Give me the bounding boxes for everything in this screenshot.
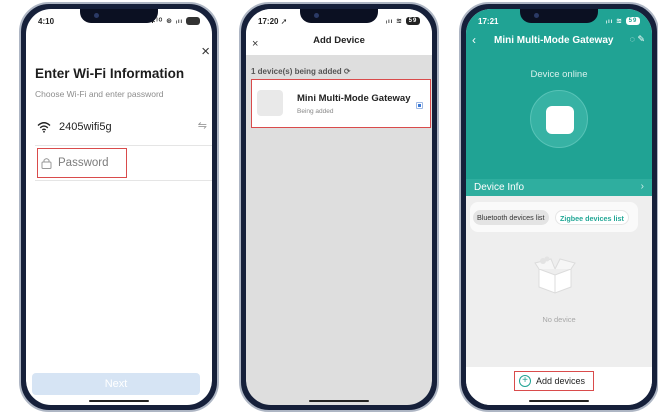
side-button <box>437 124 439 160</box>
status-icons: ✱ᴵᴼ ⊛ ᵢₗₗ <box>149 17 200 26</box>
page-title: Add Device <box>313 35 365 46</box>
battery-icon: 59 <box>626 17 640 26</box>
wifi-selector[interactable]: 2405wifi5g ⇋ <box>37 119 209 139</box>
gateway-detail-screen: 17:21 ᵢₗₗ ≋ 59 ‹ Mini Multi-Mode Gateway… <box>466 9 652 405</box>
add-devices-label: Add devices <box>536 376 586 386</box>
device-info-row[interactable]: Device Info › <box>466 179 652 196</box>
battery-icon: 59 <box>406 17 420 26</box>
add-devices-button[interactable]: + Add devices <box>514 371 594 391</box>
bottom-action-bar: + Add devices <box>466 367 652 405</box>
status-icons: ᵢₗₗ ≋ 59 <box>386 17 420 26</box>
notch <box>300 9 378 23</box>
wifi-name: 2405wifi5g <box>59 121 112 133</box>
edit-icon[interactable]: ◌ ✎ <box>630 34 645 45</box>
password-field[interactable]: Password <box>37 148 127 178</box>
device-card[interactable]: Mini Multi-Mode Gateway Being added <box>251 79 431 128</box>
tab-bar: Bluetooth devices list Zigbee devices li… <box>470 202 638 232</box>
switch-network-icon[interactable]: ⇋ <box>198 119 207 132</box>
add-circle-icon: + <box>519 375 531 387</box>
lock-icon <box>41 158 52 169</box>
page-subtitle: Choose Wi-Fi and enter password <box>35 89 164 99</box>
tab-bluetooth-devices[interactable]: Bluetooth devices list <box>473 210 549 225</box>
page-title: Mini Multi-Mode Gateway <box>494 35 614 46</box>
next-button[interactable]: Next <box>32 373 200 395</box>
back-icon[interactable]: ‹ <box>472 33 476 47</box>
home-indicator <box>529 400 589 402</box>
side-button <box>19 86 21 104</box>
status-time: 17:21 <box>478 17 499 26</box>
divider <box>35 145 212 146</box>
home-indicator <box>309 400 369 402</box>
password-placeholder: Password <box>58 157 109 169</box>
phone-frame-gateway: 17:21 ᵢₗₗ ≋ 59 ‹ Mini Multi-Mode Gateway… <box>459 2 658 412</box>
device-online-status: Device online <box>530 69 588 80</box>
notch <box>520 9 598 23</box>
divider <box>35 180 212 181</box>
progress-indicator-icon <box>416 102 423 109</box>
phone-frame-add-device: 17:20 ➚ ᵢₗₗ ≋ 59 × Add Device 1 device(s… <box>239 2 439 412</box>
add-device-screen: 17:20 ➚ ᵢₗₗ ≋ 59 × Add Device 1 device(s… <box>246 9 432 405</box>
empty-box-icon <box>534 256 576 294</box>
adding-count-label: 1 device(s) being added ⟳ <box>251 67 351 76</box>
header: 17:20 ➚ ᵢₗₗ ≋ 59 × Add Device <box>246 9 432 55</box>
home-indicator <box>89 400 149 402</box>
status-time: 4:10 <box>38 17 55 26</box>
phone-frame-wifi: 4:10 ✱ᴵᴼ ⊛ ᵢₗₗ × Enter Wi-Fi Information… <box>19 2 219 412</box>
battery-icon <box>186 17 200 26</box>
status-icons: ᵢₗₗ ≋ 59 <box>606 17 640 26</box>
device-info-label: Device Info <box>474 182 525 193</box>
gateway-device-icon <box>530 90 588 148</box>
side-button <box>459 86 461 104</box>
gateway-device-icon <box>257 90 283 116</box>
wifi-icon <box>37 122 51 133</box>
header-panel: 17:21 ᵢₗₗ ≋ 59 ‹ Mini Multi-Mode Gateway… <box>466 9 652 179</box>
close-icon[interactable]: × <box>201 43 210 60</box>
empty-state-text: No device <box>542 315 576 324</box>
side-button <box>239 86 241 104</box>
device-name: Mini Multi-Mode Gateway <box>297 93 411 104</box>
notch <box>80 9 158 23</box>
wifi-info-screen: 4:10 ✱ᴵᴼ ⊛ ᵢₗₗ × Enter Wi-Fi Information… <box>26 9 212 405</box>
chevron-right-icon: › <box>640 181 644 192</box>
status-time: 17:20 ➚ <box>258 17 288 26</box>
page-title: Enter Wi-Fi Information <box>35 66 185 81</box>
device-status: Being added <box>297 108 334 115</box>
tab-zigbee-devices[interactable]: Zigbee devices list <box>555 210 629 225</box>
